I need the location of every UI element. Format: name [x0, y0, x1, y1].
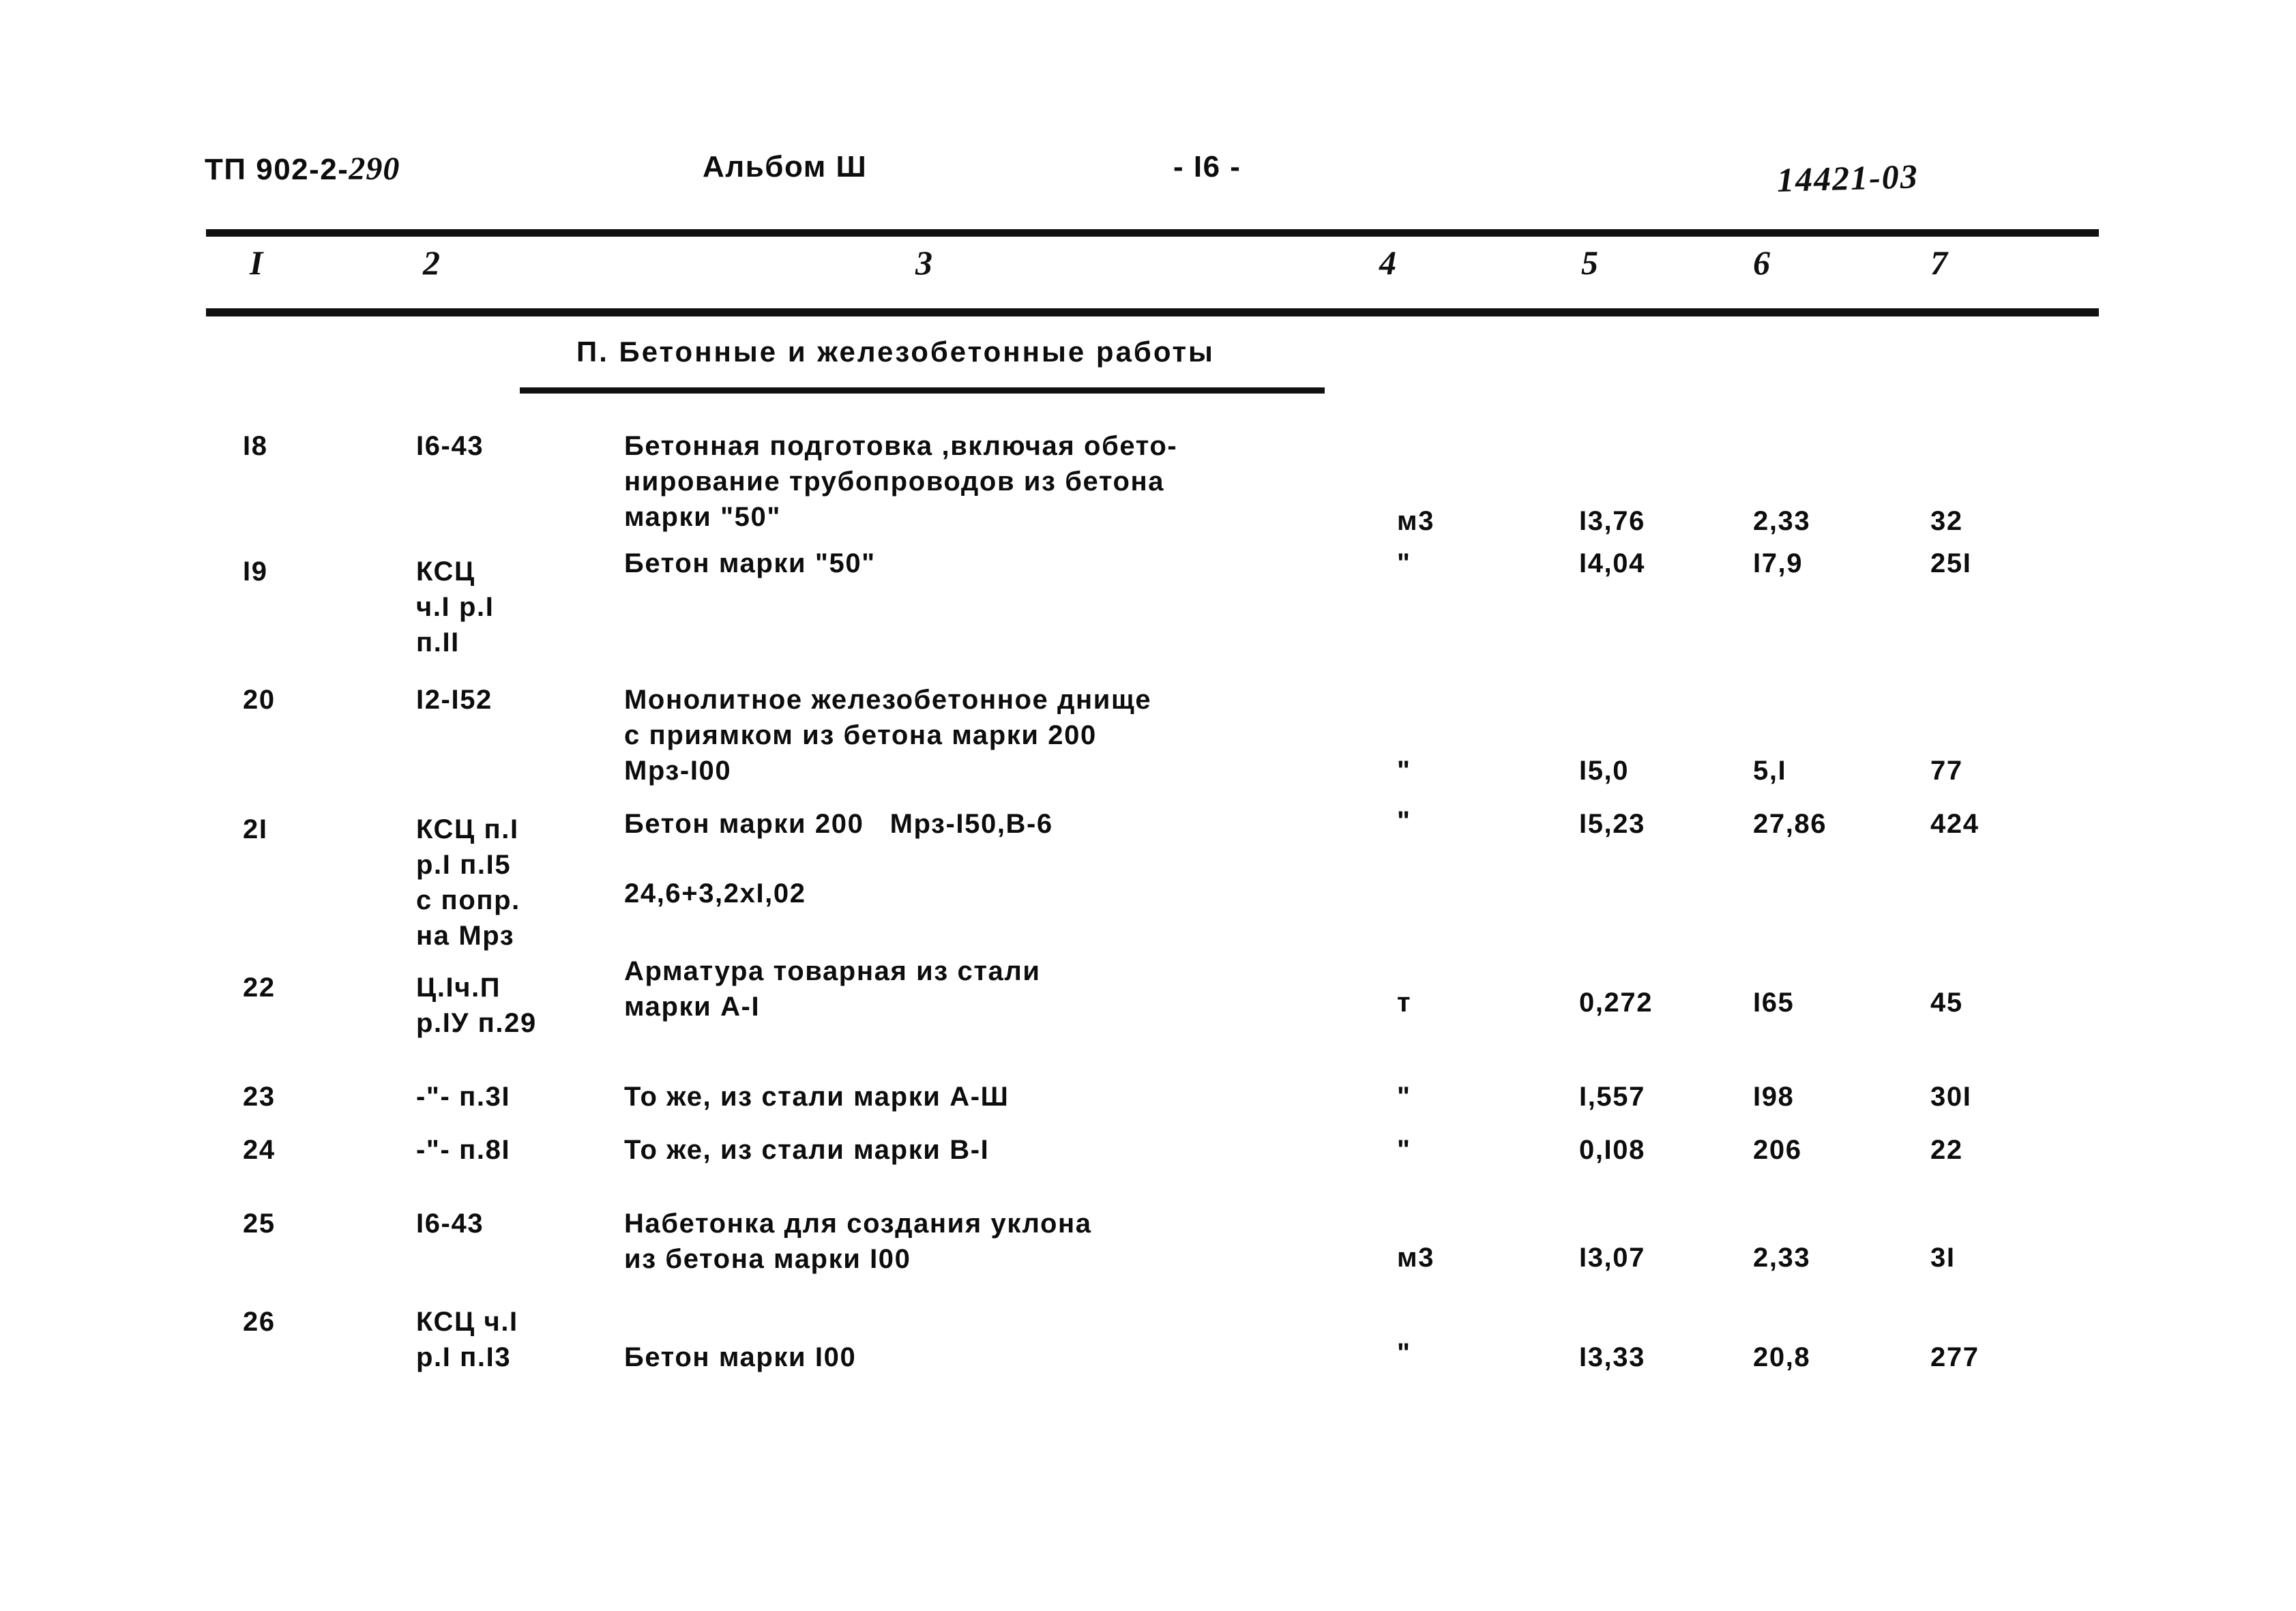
row-unit: м3	[1397, 506, 1435, 536]
row-description: То же, из стали марки А-Ш	[624, 1082, 1010, 1112]
row-value-6: 2,33	[1753, 1243, 1811, 1273]
row-value-7: 45	[1930, 988, 1963, 1018]
row-description: Арматура товарная из стали марки А-I	[624, 956, 1041, 1022]
row-number: 24	[243, 1135, 276, 1165]
row-value-7: 424	[1930, 809, 1979, 839]
row-code: I2-I52	[416, 685, 492, 715]
row-description: То же, из стали марки В-I	[624, 1135, 990, 1165]
row-value-5: 0,272	[1579, 988, 1653, 1018]
row-unit: "	[1397, 1082, 1410, 1112]
row-code: КСЦ п.I р.I п.I5 с попр. на Мрз	[416, 814, 520, 951]
row-value-7: 25I	[1930, 548, 1972, 578]
row-value-6: 206	[1753, 1135, 1802, 1165]
row-value-7: 277	[1930, 1342, 1979, 1372]
row-number: 25	[243, 1209, 276, 1239]
row-unit: "	[1397, 548, 1410, 578]
row-value-6: 27,86	[1753, 809, 1827, 839]
row-value-6: I65	[1753, 988, 1795, 1018]
row-unit: "	[1397, 756, 1410, 786]
row-unit: "	[1397, 1338, 1410, 1368]
row-code: I6-43	[416, 1209, 484, 1239]
row-code: I6-43	[416, 431, 484, 461]
row-value-5: I3,33	[1579, 1342, 1645, 1372]
row-description: Бетонная подготовка ,включая обето- ниро…	[624, 431, 1178, 532]
row-number: 22	[243, 973, 276, 1003]
table-body: I8 I6-43 Бетонная подготовка ,включая об…	[0, 0, 2296, 1611]
row-value-7: 77	[1930, 756, 1963, 786]
row-number: 26	[243, 1307, 276, 1337]
row-code: КСЦ ч.I р.I п.I3	[416, 1307, 518, 1372]
row-code: -"- п.3I	[416, 1082, 511, 1112]
row-number: I9	[243, 557, 268, 587]
row-unit: м3	[1397, 1243, 1435, 1273]
row-value-5: I5,23	[1579, 809, 1645, 839]
row-unit: т	[1397, 988, 1412, 1018]
row-value-6: 5,I	[1753, 756, 1787, 786]
row-value-6: 20,8	[1753, 1342, 1811, 1372]
row-value-7: 22	[1930, 1135, 1963, 1165]
row-description: Бетон марки 200 Мрз-I50,В-6	[624, 809, 1053, 839]
row-code: Ц.Iч.П р.IУ п.29	[416, 973, 537, 1038]
row-description: Бетон марки "50"	[624, 548, 876, 578]
row-value-5: 0,I08	[1579, 1135, 1645, 1165]
row-description: Бетон марки I00	[624, 1342, 857, 1372]
row-code: -"- п.8I	[416, 1135, 511, 1165]
row-value-5: I3,07	[1579, 1243, 1645, 1273]
row-number: 2I	[243, 814, 268, 844]
row-code: КСЦ ч.I р.I п.II	[416, 557, 495, 657]
row-value-5: I3,76	[1579, 506, 1645, 536]
row-value-6: 2,33	[1753, 506, 1811, 536]
row-number: I8	[243, 431, 268, 461]
row-value-6: I98	[1753, 1082, 1795, 1112]
row-value-5: I4,04	[1579, 548, 1645, 578]
row-number: 20	[243, 685, 276, 715]
row-value-5: I,557	[1579, 1082, 1645, 1112]
scanned-document-page: ТП 902-2-290 Альбом Ш - I6 - 14421-03 I …	[0, 0, 2296, 1611]
row-value-7: 32	[1930, 506, 1963, 536]
row-unit: "	[1397, 806, 1410, 836]
row-value-7: 3I	[1930, 1243, 1956, 1273]
row-unit: "	[1397, 1135, 1410, 1165]
row-value-5: I5,0	[1579, 756, 1630, 786]
row-value-7: 30I	[1930, 1082, 1972, 1112]
row-description-extra: 24,6+3,2xI,02	[624, 878, 806, 908]
row-number: 23	[243, 1082, 276, 1112]
row-description: Монолитное железобетонное днище с приямк…	[624, 685, 1152, 786]
row-description: Набетонка для создания уклона из бетона …	[624, 1209, 1092, 1274]
row-value-6: I7,9	[1753, 548, 1804, 578]
